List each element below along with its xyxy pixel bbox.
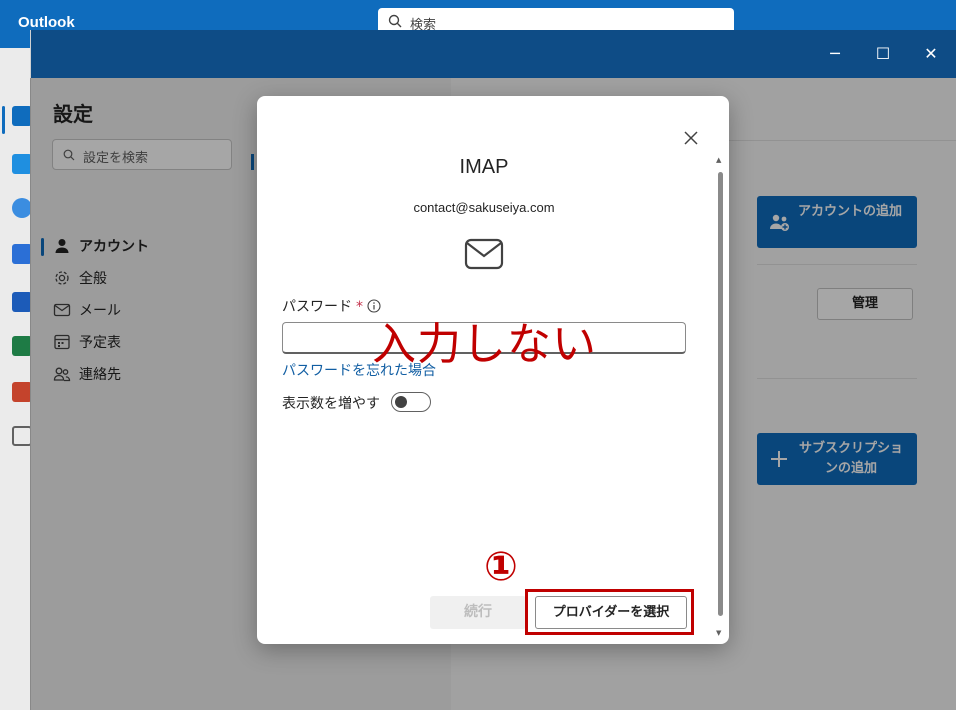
search-icon xyxy=(388,14,402,28)
calendar-app-icon[interactable] xyxy=(12,154,32,174)
toggle-knob xyxy=(395,396,407,408)
close-icon[interactable] xyxy=(681,128,701,148)
annotation-step-marker: ① xyxy=(484,544,518,590)
scroll-up-icon[interactable]: ▲ xyxy=(716,156,721,164)
show-more-toggle[interactable] xyxy=(391,392,431,412)
dialog-email: contact@sakuseiya.com xyxy=(413,200,555,215)
mail-app-icon[interactable] xyxy=(12,106,32,126)
maximize-button[interactable]: ☐ xyxy=(871,42,895,66)
dialog-scrollbar[interactable] xyxy=(718,172,723,616)
dialog-title: IMAP xyxy=(459,156,509,178)
password-label: パスワード * xyxy=(282,296,363,316)
envelope-icon xyxy=(464,238,504,270)
password-label-text: パスワード xyxy=(282,299,352,315)
annotation-do-not-enter: 入力しない xyxy=(372,319,597,370)
people-app-icon[interactable] xyxy=(12,198,32,218)
powerpoint-app-icon[interactable] xyxy=(12,382,32,402)
scroll-down-icon[interactable]: ▼ xyxy=(716,629,721,637)
minimize-button[interactable]: ─ xyxy=(823,42,847,66)
app-title: Outlook xyxy=(18,14,75,31)
continue-button[interactable]: 続行 xyxy=(430,596,526,629)
word-app-icon[interactable] xyxy=(12,292,32,312)
show-more-label: 表示数を増やす xyxy=(282,396,380,412)
more-apps-icon[interactable] xyxy=(12,426,32,446)
close-window-button[interactable]: ✕ xyxy=(919,42,943,66)
required-marker: * xyxy=(356,299,363,315)
rail-active-indicator xyxy=(2,106,5,134)
settings-titlebar: ─ ☐ ✕ xyxy=(31,30,956,78)
todo-app-icon[interactable] xyxy=(12,244,32,264)
app-rail xyxy=(0,48,32,710)
annotation-highlight-box xyxy=(525,589,694,635)
excel-app-icon[interactable] xyxy=(12,336,32,356)
